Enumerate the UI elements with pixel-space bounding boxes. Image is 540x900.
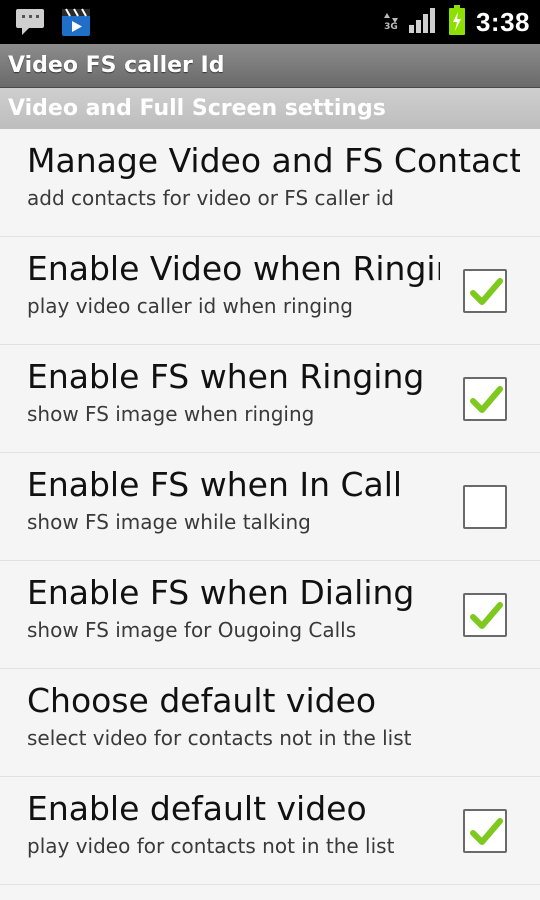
- pref-title: Enable FS when Ringing: [27, 357, 425, 396]
- checkmark-icon: [470, 602, 503, 629]
- app-title: Video FS caller Id: [8, 53, 225, 78]
- pref-title: Enable FS when Dialing: [27, 573, 415, 612]
- battery-charging-icon: [448, 5, 466, 39]
- checkmark-icon: [470, 278, 503, 305]
- section-header-label: Video and Full Screen settings: [8, 96, 386, 121]
- checkbox-enable-fs-dialing[interactable]: [463, 593, 507, 637]
- checkbox-enable-fs-ringing[interactable]: [463, 377, 507, 421]
- status-bar: 3G 3:38: [0, 0, 540, 44]
- pref-title: Manage Video and FS Contacts: [27, 141, 520, 180]
- pref-title: Enable default video: [27, 789, 367, 828]
- pref-choose-default-video[interactable]: Choose default video select video for co…: [0, 669, 540, 777]
- checkmark-icon: [470, 386, 503, 413]
- signal-icon: [408, 7, 438, 37]
- checkmark-icon: [470, 818, 503, 845]
- pref-enable-fs-in-call[interactable]: Enable FS when In Call show FS image whi…: [0, 453, 540, 561]
- pref-title: Choose default video: [27, 681, 377, 720]
- pref-summary: show FS image while talking: [27, 510, 311, 534]
- pref-manage-contacts[interactable]: Manage Video and FS Contacts add contact…: [0, 129, 540, 237]
- video-app-icon: [60, 6, 92, 42]
- pref-title: Enable Video when Ringing: [27, 249, 440, 288]
- network-type-indicator: 3G: [383, 12, 398, 32]
- pref-summary: select video for contacts not in the lis…: [27, 726, 412, 750]
- pref-summary: add contacts for video or FS caller id: [27, 186, 394, 210]
- pref-summary: play video for contacts not in the list: [27, 834, 395, 858]
- pref-enable-fs-ringing[interactable]: Enable FS when Ringing show FS image whe…: [0, 345, 540, 453]
- pref-summary: show FS image for Ougoing Calls: [27, 618, 357, 642]
- preference-list: Manage Video and FS Contacts add contact…: [0, 129, 540, 885]
- clock: 3:38: [475, 6, 530, 37]
- checkbox-enable-fs-in-call[interactable]: [463, 485, 507, 529]
- checkbox-enable-video-ringing[interactable]: [463, 269, 507, 313]
- pref-title: Enable FS when In Call: [27, 465, 403, 504]
- message-icon: [14, 6, 48, 42]
- pref-enable-default-video[interactable]: Enable default video play video for cont…: [0, 777, 540, 885]
- pref-summary: show FS image when ringing: [27, 402, 315, 426]
- checkbox-enable-default-video[interactable]: [463, 809, 507, 853]
- pref-summary: play video caller id when ringing: [27, 294, 353, 318]
- pref-enable-fs-dialing[interactable]: Enable FS when Dialing show FS image for…: [0, 561, 540, 669]
- app-title-bar: Video FS caller Id: [0, 44, 540, 88]
- pref-enable-video-ringing[interactable]: Enable Video when Ringing play video cal…: [0, 237, 540, 345]
- section-header: Video and Full Screen settings: [0, 88, 540, 129]
